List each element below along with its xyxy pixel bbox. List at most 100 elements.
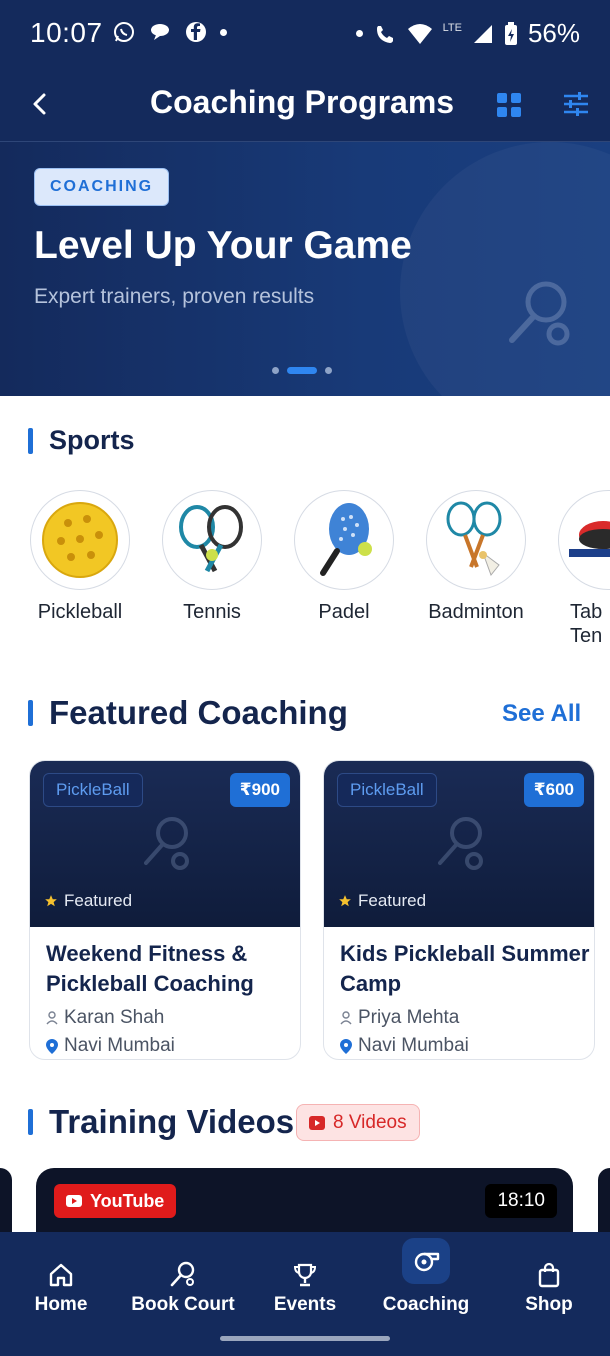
- page-title: Coaching Programs: [150, 84, 455, 120]
- nav-events[interactable]: Events: [265, 1232, 345, 1332]
- carousel-dot[interactable]: [272, 367, 279, 374]
- home-icon: [49, 1263, 73, 1287]
- section-accent-bar: [28, 427, 33, 454]
- card-coach: Priya Mehta: [340, 1007, 459, 1029]
- videos-heading: Training Videos: [49, 1103, 295, 1140]
- banner-subtitle: Expert trainers, proven results: [34, 285, 315, 308]
- sport-item-badminton[interactable]: Badminton: [416, 482, 536, 624]
- sport-item-padel[interactable]: Padel: [284, 482, 404, 624]
- sport-label: Pickleball: [37, 601, 123, 623]
- card-title: Kids Pickleball Summer Camp: [340, 941, 590, 996]
- chat-icon: [151, 24, 169, 40]
- bag-icon: [538, 1262, 560, 1288]
- coaching-programs-screen: 10:07 LTE 56% Coaching Programs COACHING…: [0, 0, 610, 1356]
- star-icon: [339, 895, 351, 907]
- star-icon: [45, 895, 57, 907]
- nav-home[interactable]: Home: [20, 1232, 102, 1332]
- nav-shop[interactable]: Shop: [510, 1232, 588, 1332]
- wifi-call-icon: [376, 25, 393, 43]
- promo-banner[interactable]: COACHING Level Up Your Game Expert train…: [0, 142, 610, 396]
- dot-icon: [355, 30, 363, 37]
- videos-count-text: 8 Videos: [333, 1112, 407, 1133]
- carousel-dot-active[interactable]: [287, 367, 317, 374]
- notification-dot: [220, 28, 227, 36]
- section-accent-bar: [28, 700, 33, 726]
- banner-badge: COACHING: [34, 168, 170, 206]
- sports-heading: Sports: [49, 425, 135, 455]
- gesture-home-bar[interactable]: [220, 1336, 390, 1341]
- nav-coaching[interactable]: Coaching: [376, 1232, 476, 1332]
- racket-icon: [438, 817, 483, 870]
- tennis-rackets-icon: [162, 490, 262, 590]
- video-card[interactable]: YouTube 18:10: [36, 1168, 573, 1238]
- video-card-peek[interactable]: [0, 1168, 12, 1238]
- price-badge: ₹600: [523, 773, 584, 807]
- nav-label: Events: [273, 1294, 337, 1315]
- sport-item-table-tennis[interactable]: Tab Ten: [548, 482, 610, 648]
- trophy-icon: [293, 1263, 317, 1287]
- featured-label: Featured: [44, 891, 132, 911]
- location-pin-icon: [340, 1038, 352, 1054]
- filter-sliders-icon[interactable]: [562, 90, 590, 118]
- whistle-icon: [414, 1252, 440, 1272]
- carousel-dots: [272, 367, 332, 374]
- nav-label: Book Court: [131, 1294, 235, 1315]
- video-card-peek[interactable]: [598, 1168, 610, 1238]
- status-time: 10:07: [30, 17, 103, 48]
- whatsapp-icon: [114, 22, 134, 42]
- badminton-icon: [426, 490, 526, 590]
- location-pin-icon: [46, 1038, 58, 1054]
- play-icon: [309, 1115, 325, 1130]
- nav-book-court[interactable]: Book Court: [128, 1232, 238, 1332]
- banner-decoration: [400, 142, 610, 396]
- card-location: Navi Mumbai: [340, 1035, 469, 1057]
- sport-label: Badminton: [428, 601, 524, 623]
- videos-count-badge: 8 Videos: [296, 1104, 420, 1141]
- nav-label: Coaching: [382, 1294, 470, 1315]
- sport-label: Tab Ten: [570, 601, 603, 647]
- location-text: Navi Mumbai: [64, 1035, 175, 1056]
- youtube-icon: [66, 1195, 82, 1207]
- section-accent-bar: [28, 1109, 33, 1135]
- sports-section-title: Sports: [28, 425, 135, 456]
- person-icon: [46, 1011, 58, 1025]
- person-icon: [340, 1011, 352, 1025]
- card-image: PickleBall ₹900 Featured: [30, 761, 300, 927]
- price-badge: ₹900: [229, 773, 290, 807]
- featured-text: Featured: [64, 891, 133, 910]
- grid-view-icon[interactable]: [496, 92, 522, 118]
- youtube-label: YouTube: [90, 1191, 165, 1211]
- nav-label: Shop: [525, 1294, 573, 1315]
- signal-icon: [473, 24, 492, 43]
- featured-label: Featured: [338, 891, 426, 911]
- system-icons: LTE 56%: [355, 18, 580, 49]
- pickleball-icon: [30, 490, 130, 590]
- videos-section-title: Training Videos: [28, 1103, 294, 1141]
- sport-item-tennis[interactable]: Tennis: [152, 482, 272, 624]
- card-coach: Karan Shah: [46, 1007, 164, 1029]
- coach-name: Karan Shah: [64, 1007, 165, 1028]
- card-image: PickleBall ₹600 Featured: [324, 761, 594, 927]
- racket-icon: [144, 817, 189, 870]
- coaching-card[interactable]: PickleBall ₹900 Featured Weekend Fitness…: [29, 760, 301, 1060]
- youtube-badge: YouTube: [54, 1184, 177, 1218]
- sport-tag: PickleBall: [337, 773, 437, 807]
- video-duration: 18:10: [485, 1184, 557, 1218]
- coaching-card[interactable]: PickleBall ₹600 Featured Kids Pickleball…: [323, 760, 595, 1060]
- back-arrow-icon[interactable]: [26, 88, 54, 120]
- network-type: LTE: [442, 21, 462, 34]
- banner-title: Level Up Your Game: [34, 224, 412, 267]
- sport-tag: PickleBall: [43, 773, 143, 807]
- racket-icon: [509, 281, 570, 346]
- notification-icons: [112, 20, 227, 44]
- sport-item-pickleball[interactable]: Pickleball: [20, 482, 140, 624]
- see-all-link[interactable]: See All: [502, 700, 581, 728]
- app-header: Coaching Programs: [0, 68, 610, 142]
- status-bar: 10:07 LTE 56%: [0, 0, 610, 68]
- table-tennis-icon: [558, 490, 610, 590]
- coach-name: Priya Mehta: [358, 1007, 460, 1028]
- featured-heading: Featured Coaching: [49, 694, 348, 731]
- nav-label: Home: [34, 1294, 88, 1315]
- card-location: Navi Mumbai: [46, 1035, 175, 1057]
- carousel-dot[interactable]: [325, 367, 332, 374]
